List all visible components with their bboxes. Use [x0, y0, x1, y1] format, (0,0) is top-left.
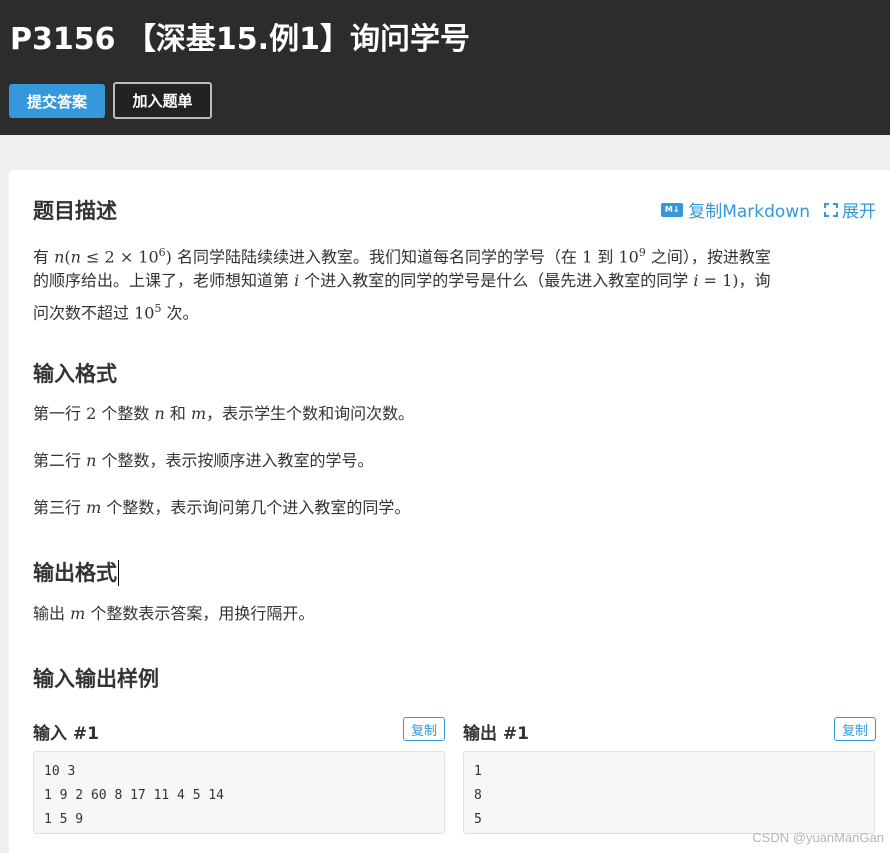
- sample-output-box: 1 8 5: [463, 751, 875, 834]
- output-format-heading: 输出格式: [33, 560, 119, 586]
- copy-markdown-link[interactable]: 复制Markdown: [688, 197, 810, 222]
- description-line-2: 的顺序给出。上课了，老师想知道第 i 个进入教室的同学的学号是什么（最先进入教室…: [33, 271, 771, 290]
- sample-output-line: 1: [474, 764, 482, 779]
- problem-tools: M↓ 复制Markdown 展开: [661, 197, 876, 222]
- watermark: CSDN @yuanManGan: [752, 830, 884, 845]
- expand-icon[interactable]: [824, 202, 838, 217]
- problem-header: P3156 【深基15.例1】询问学号 提交答案 加入题单: [0, 0, 890, 135]
- description-heading: 题目描述: [33, 199, 117, 223]
- sample-output-line: 5: [474, 812, 482, 827]
- copy-input-button[interactable]: 复制: [403, 717, 445, 741]
- markdown-icon: M↓: [661, 202, 684, 217]
- text-cursor: [118, 560, 119, 586]
- sample-output-line: 8: [474, 788, 482, 803]
- copy-output-button[interactable]: 复制: [834, 717, 876, 741]
- input-format-line-3: 第三行 m 个整数，表示询问第几个进入教室的同学。: [33, 498, 411, 517]
- input-format-line-2: 第二行 n 个整数，表示按顺序进入教室的学号。: [33, 451, 374, 470]
- sample-input-line: 10 3: [44, 764, 76, 779]
- description-line-3: 问次数不超过 105 次。: [33, 302, 199, 323]
- input-format-heading: 输入格式: [33, 362, 117, 386]
- expand-link[interactable]: 展开: [842, 197, 876, 222]
- output-format-line-1: 输出 m 个整数表示答案，用换行隔开。: [33, 604, 315, 623]
- sample-input-line: 1 5 9: [44, 812, 84, 827]
- submit-answer-button[interactable]: 提交答案: [9, 84, 105, 118]
- sample-input-line: 1 9 2 60 8 17 11 4 5 14: [44, 788, 225, 803]
- problem-title: P3156 【深基15.例1】询问学号: [10, 22, 470, 57]
- sample-input-label: 输入 #1: [33, 724, 99, 744]
- input-format-line-1: 第一行 2 个整数 n 和 m，表示学生个数和询问次数。: [33, 404, 415, 423]
- samples-heading: 输入输出样例: [33, 667, 159, 691]
- add-to-list-button[interactable]: 加入题单: [113, 82, 212, 119]
- sample-input-box: 10 3 1 9 2 60 8 17 11 4 5 14 1 5 9: [33, 751, 445, 834]
- sample-output-label: 输出 #1: [463, 724, 529, 744]
